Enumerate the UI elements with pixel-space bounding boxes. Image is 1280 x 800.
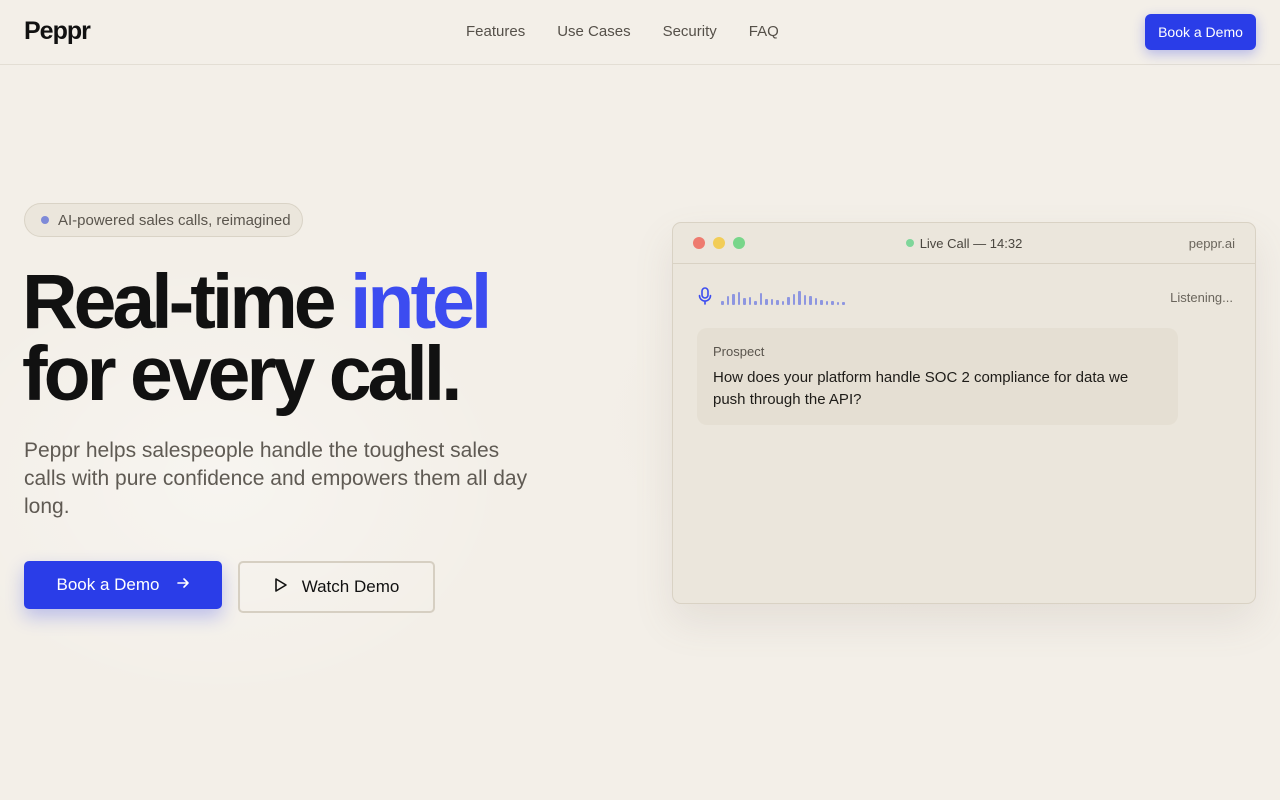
waveform-bar [743, 298, 746, 305]
hero-headline: Real-time intel for every call. [22, 264, 622, 413]
waveform-bar [765, 299, 768, 305]
window-domain: peppr.ai [1188, 236, 1235, 251]
live-call-window: Live Call — 14:32 peppr.ai Listening... … [672, 222, 1256, 604]
microphone-icon [697, 287, 713, 310]
hero-book-demo-label: Book a Demo [56, 575, 160, 594]
waveform-bar [726, 296, 729, 305]
nav-link-faq[interactable]: FAQ [749, 23, 779, 40]
waveform-bar [748, 297, 751, 305]
waveform-bar [770, 299, 773, 305]
watch-demo-button[interactable]: Watch Demo [238, 561, 435, 613]
live-call-status: Live Call — 14:32 [673, 236, 1255, 251]
waveform-bar [754, 301, 757, 305]
nav-link-features[interactable]: Features [466, 23, 525, 40]
waveform-bar [787, 297, 790, 305]
waveform-bar [721, 301, 724, 305]
waveform-bar [732, 294, 735, 305]
waveform-bar [814, 298, 817, 305]
logo[interactable]: Peppr [24, 17, 91, 46]
waveform-bar [781, 301, 784, 305]
waveform-bar [820, 300, 823, 305]
listening-status: Listening... [1170, 290, 1233, 305]
badge-text: AI-powered sales calls, reimagined [58, 211, 291, 229]
waveform-bar [809, 296, 812, 305]
window-titlebar: Live Call — 14:32 peppr.ai [673, 223, 1255, 264]
message-text: How does your platform handle SOC 2 comp… [713, 369, 1129, 408]
waveform-bar [798, 291, 801, 305]
nav-link-use-cases[interactable]: Use Cases [557, 23, 630, 40]
waveform-bar [803, 295, 806, 305]
waveform-bar [759, 293, 762, 305]
live-indicator-icon [905, 239, 914, 247]
live-call-text: Live Call — 14:32 [919, 236, 1023, 251]
audio-row: Listening... [697, 287, 1233, 307]
nav-book-demo-button[interactable]: Book a Demo [1145, 14, 1256, 50]
waveform-bar [776, 300, 779, 305]
audio-waveform [721, 289, 845, 305]
watch-demo-label: Watch Demo [301, 577, 400, 596]
waveform-bar [836, 302, 839, 305]
hero-badge: AI-powered sales calls, reimagined [24, 203, 303, 237]
hero-book-demo-button[interactable]: Book a Demo [24, 561, 222, 609]
nav-link-security[interactable]: Security [663, 23, 717, 40]
play-icon [274, 577, 288, 598]
waveform-bar [842, 302, 845, 305]
badge-dot-icon [41, 216, 49, 224]
headline-part2: for every call. [22, 331, 463, 417]
waveform-bar [825, 301, 828, 305]
waveform-bar [737, 292, 740, 305]
waveform-bar [831, 301, 834, 305]
message-speaker: Prospect [713, 344, 765, 359]
top-navigation: Peppr Features Use Cases Security FAQ Bo… [0, 0, 1280, 65]
arrow-right-icon [176, 575, 190, 595]
transcript-message: Prospect How does your platform handle S… [697, 328, 1178, 425]
hero-subtext: Peppr helps salespeople handle the tough… [24, 439, 528, 518]
nav-links: Features Use Cases Security FAQ [466, 23, 779, 40]
waveform-bar [792, 294, 795, 305]
